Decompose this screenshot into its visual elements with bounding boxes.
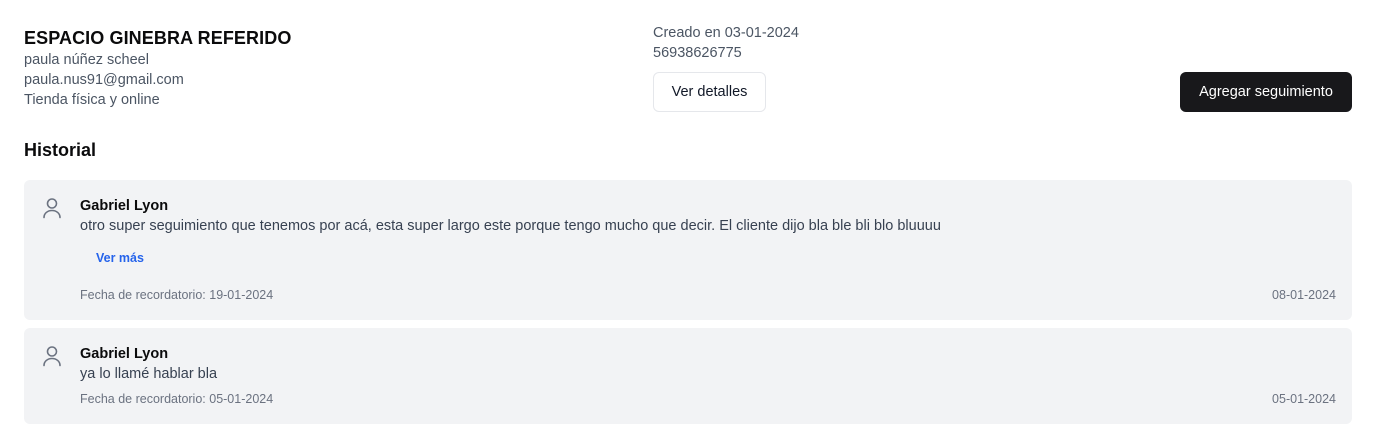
- entry-comment: otro super seguimiento que tenemos por a…: [80, 218, 941, 234]
- client-email: paula.nus91@gmail.com: [24, 72, 184, 88]
- entry-reminder: Fecha de recordatorio: 19-01-2024: [80, 288, 274, 302]
- entry-comment: ya lo llamé hablar bla: [80, 366, 218, 382]
- entry-date: 05-01-2024: [1272, 392, 1336, 406]
- client-header: ESPACIO GINEBRA REFERIDO paula núñez sch…: [24, 0, 1352, 130]
- created-date: Creado en 03-01-2024: [653, 25, 799, 41]
- followup-page: ESPACIO GINEBRA REFERIDO paula núñez sch…: [0, 0, 1376, 448]
- entry-reminder: Fecha de recordatorio: 05-01-2024: [80, 392, 274, 406]
- user-icon: [41, 344, 63, 368]
- view-details-button[interactable]: Ver detalles: [653, 72, 766, 112]
- client-phone: 56938626775: [653, 45, 742, 61]
- view-more-link[interactable]: Ver más: [96, 251, 144, 265]
- client-name: ESPACIO GINEBRA REFERIDO: [24, 28, 292, 48]
- client-info: ESPACIO GINEBRA REFERIDO paula núñez sch…: [24, 26, 291, 110]
- history-entry: Gabriel Lyon otro super seguimiento que …: [24, 180, 1352, 320]
- add-followup-button[interactable]: Agregar seguimiento: [1180, 72, 1352, 112]
- history-entry: Gabriel Lyon ya lo llamé hablar bla Fech…: [24, 328, 1352, 424]
- history-title: Historial: [24, 140, 97, 160]
- user-icon: [41, 196, 63, 220]
- client-meta: Creado en 03-01-2024 56938626775: [653, 23, 799, 63]
- entry-author: Gabriel Lyon: [80, 198, 169, 214]
- entry-author: Gabriel Lyon: [80, 346, 169, 362]
- client-contact-name: paula núñez scheel: [24, 52, 149, 68]
- client-store-type: Tienda física y online: [24, 92, 160, 108]
- entry-date: 08-01-2024: [1272, 288, 1336, 302]
